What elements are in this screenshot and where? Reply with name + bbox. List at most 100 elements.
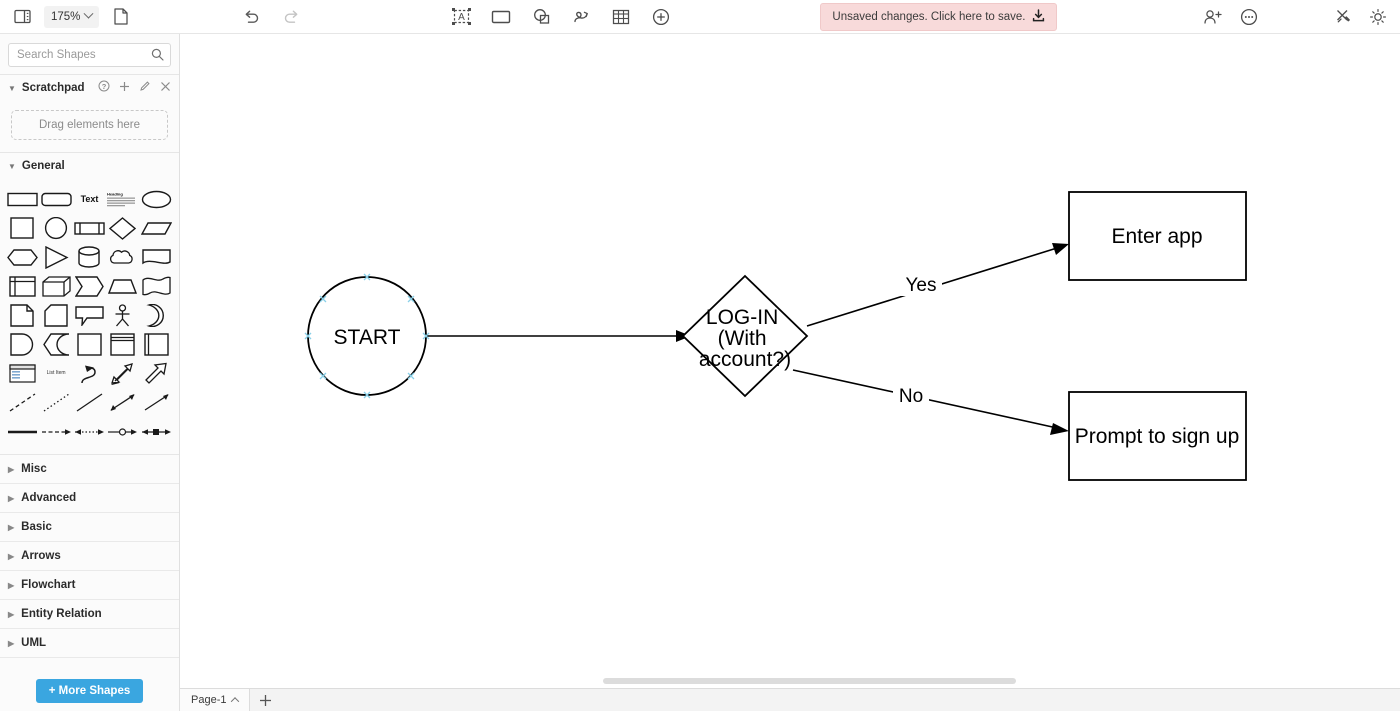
edge-login-to-prompt-signup[interactable] <box>792 369 1069 435</box>
shape-text-label: Text <box>80 194 99 204</box>
file-page-icon[interactable] <box>109 5 133 29</box>
sidebar-category-arrows[interactable]: ▶ Arrows <box>0 542 179 571</box>
shape-cube[interactable] <box>39 275 72 297</box>
shape-triangle[interactable] <box>39 245 72 269</box>
shape-diamond[interactable] <box>106 216 139 240</box>
shape-rounded-rectangle[interactable] <box>39 188 72 210</box>
sun-brightness-icon[interactable] <box>1366 5 1390 29</box>
shape-internal-storage[interactable] <box>6 275 39 297</box>
shape-ellipse[interactable] <box>140 188 173 210</box>
pencil-icon[interactable] <box>139 80 151 95</box>
shape-hexagon[interactable] <box>6 246 39 268</box>
plus-icon <box>259 694 271 706</box>
page-tab-page-1[interactable]: Page-1 <box>180 689 251 711</box>
table-grid-icon[interactable] <box>609 5 633 29</box>
category-label: Misc <box>21 463 47 475</box>
sidebar-category-basic[interactable]: ▶ Basic <box>0 513 179 542</box>
shape-cylinder[interactable] <box>73 245 106 268</box>
sidebar-category-entity-relation[interactable]: ▶ Entity Relation <box>0 600 179 629</box>
shape-thick-line[interactable] <box>6 420 39 442</box>
download-icon[interactable] <box>1032 8 1045 25</box>
shape-list[interactable] <box>6 362 39 384</box>
scratchpad-dropzone[interactable]: Drag elements here <box>11 110 168 140</box>
shape-or-moon[interactable] <box>140 303 173 327</box>
zoom-level-dropdown[interactable]: 175% <box>44 5 100 28</box>
horizontal-scrollbar-track[interactable] <box>180 675 1400 687</box>
scratchpad-section-header[interactable]: ▼ Scratchpad ? <box>0 74 179 100</box>
sidebar-category-advanced[interactable]: ▶ Advanced <box>0 484 179 513</box>
node-enter-app[interactable]: Enter app <box>1068 191 1247 281</box>
panel-toggle-icon[interactable] <box>10 5 34 29</box>
shape-process[interactable] <box>73 217 106 239</box>
search-input[interactable] <box>9 44 170 66</box>
add-page-button[interactable] <box>250 689 280 711</box>
general-section-header[interactable]: ▼ General <box>0 152 179 178</box>
redo-icon[interactable] <box>279 5 303 29</box>
save-banner-wrap: Unsaved changes. Click here to save. <box>820 2 1058 31</box>
add-person-icon[interactable] <box>1201 5 1225 29</box>
shape-bidirectional-arrow[interactable] <box>106 391 139 413</box>
shape-square[interactable] <box>6 216 39 239</box>
shape-link-connector[interactable] <box>106 420 139 442</box>
edge-label-no[interactable]: No <box>893 384 929 408</box>
shape-trapezoid[interactable] <box>106 275 139 297</box>
shape-circle[interactable] <box>39 216 72 239</box>
shape-horizontal-container[interactable] <box>140 332 173 356</box>
question-circle-icon[interactable]: ? <box>98 80 110 95</box>
pen-ruler-icon[interactable] <box>1332 5 1356 29</box>
search-box[interactable] <box>8 43 171 67</box>
edge-label-yes[interactable]: Yes <box>900 272 942 296</box>
horizontal-scrollbar-thumb[interactable] <box>603 678 1016 684</box>
shape-line[interactable] <box>73 391 106 413</box>
shape-step[interactable] <box>73 275 106 297</box>
diagram-canvas[interactable]: START LOG-IN (With account?) Enter app P… <box>180 34 1400 688</box>
node-login[interactable]: LOG-IN (With account?) <box>681 274 809 398</box>
shape-category-list: ▶ Misc ▶ Advanced ▶ Basic ▶ Arrows ▶ Flo… <box>0 454 179 658</box>
shape-cloud[interactable] <box>106 246 139 268</box>
more-shapes-wrap: + More Shapes <box>0 679 179 703</box>
rectangle-icon[interactable] <box>489 5 513 29</box>
shape-dotted-connector[interactable] <box>73 420 106 442</box>
drawio-app: 175% A Unsaved changes. Click here to sa… <box>0 0 1400 711</box>
sidebar-category-uml[interactable]: ▶ UML <box>0 629 179 658</box>
unsaved-changes-banner[interactable]: Unsaved changes. Click here to save. <box>820 2 1058 31</box>
plus-circle-icon[interactable] <box>649 5 673 29</box>
shape-document[interactable] <box>140 246 173 268</box>
shape-double-arrow[interactable] <box>106 362 139 385</box>
shape-dashed-connector[interactable] <box>39 420 72 442</box>
shape-actor[interactable] <box>106 303 139 326</box>
shape-card[interactable] <box>39 303 72 327</box>
shape-dashed-line[interactable] <box>6 391 39 413</box>
more-dots-circle-icon[interactable] <box>1237 5 1261 29</box>
shape-container[interactable] <box>73 332 106 356</box>
sidebar-category-flowchart[interactable]: ▶ Flowchart <box>0 571 179 600</box>
shape-text[interactable]: Text <box>73 188 106 210</box>
shape-heading-textbox[interactable]: Heading <box>106 188 139 210</box>
shapes-icon[interactable] <box>529 5 553 29</box>
shape-dotted-line[interactable] <box>39 391 72 413</box>
shape-delay[interactable] <box>6 332 39 356</box>
close-icon[interactable] <box>160 81 171 95</box>
text-box-icon[interactable]: A <box>449 5 473 29</box>
shape-list-item[interactable]: List Item <box>39 362 72 384</box>
chevron-up-icon[interactable] <box>231 697 240 706</box>
shape-node-connector[interactable] <box>140 420 173 442</box>
node-prompt-signup[interactable]: Prompt to sign up <box>1068 391 1247 481</box>
shape-parallelogram[interactable] <box>140 217 173 239</box>
shape-directional-arrow[interactable] <box>140 391 173 413</box>
shape-vertical-container[interactable] <box>106 332 139 356</box>
shape-rectangle[interactable] <box>6 188 39 210</box>
node-start[interactable]: START <box>304 273 430 399</box>
scribble-icon[interactable] <box>569 5 593 29</box>
shape-tape[interactable] <box>140 275 173 297</box>
shape-callout[interactable] <box>73 304 106 326</box>
more-shapes-button[interactable]: + More Shapes <box>35 679 144 703</box>
shape-note[interactable] <box>6 303 39 327</box>
undo-icon[interactable] <box>239 5 263 29</box>
shape-curved-arrow[interactable] <box>73 362 106 384</box>
sidebar-category-misc[interactable]: ▶ Misc <box>0 455 179 484</box>
edge-start-to-login[interactable] <box>427 330 691 342</box>
shape-block-arrow[interactable] <box>140 362 173 384</box>
plus-icon[interactable] <box>119 81 130 95</box>
shape-display[interactable] <box>39 332 72 356</box>
